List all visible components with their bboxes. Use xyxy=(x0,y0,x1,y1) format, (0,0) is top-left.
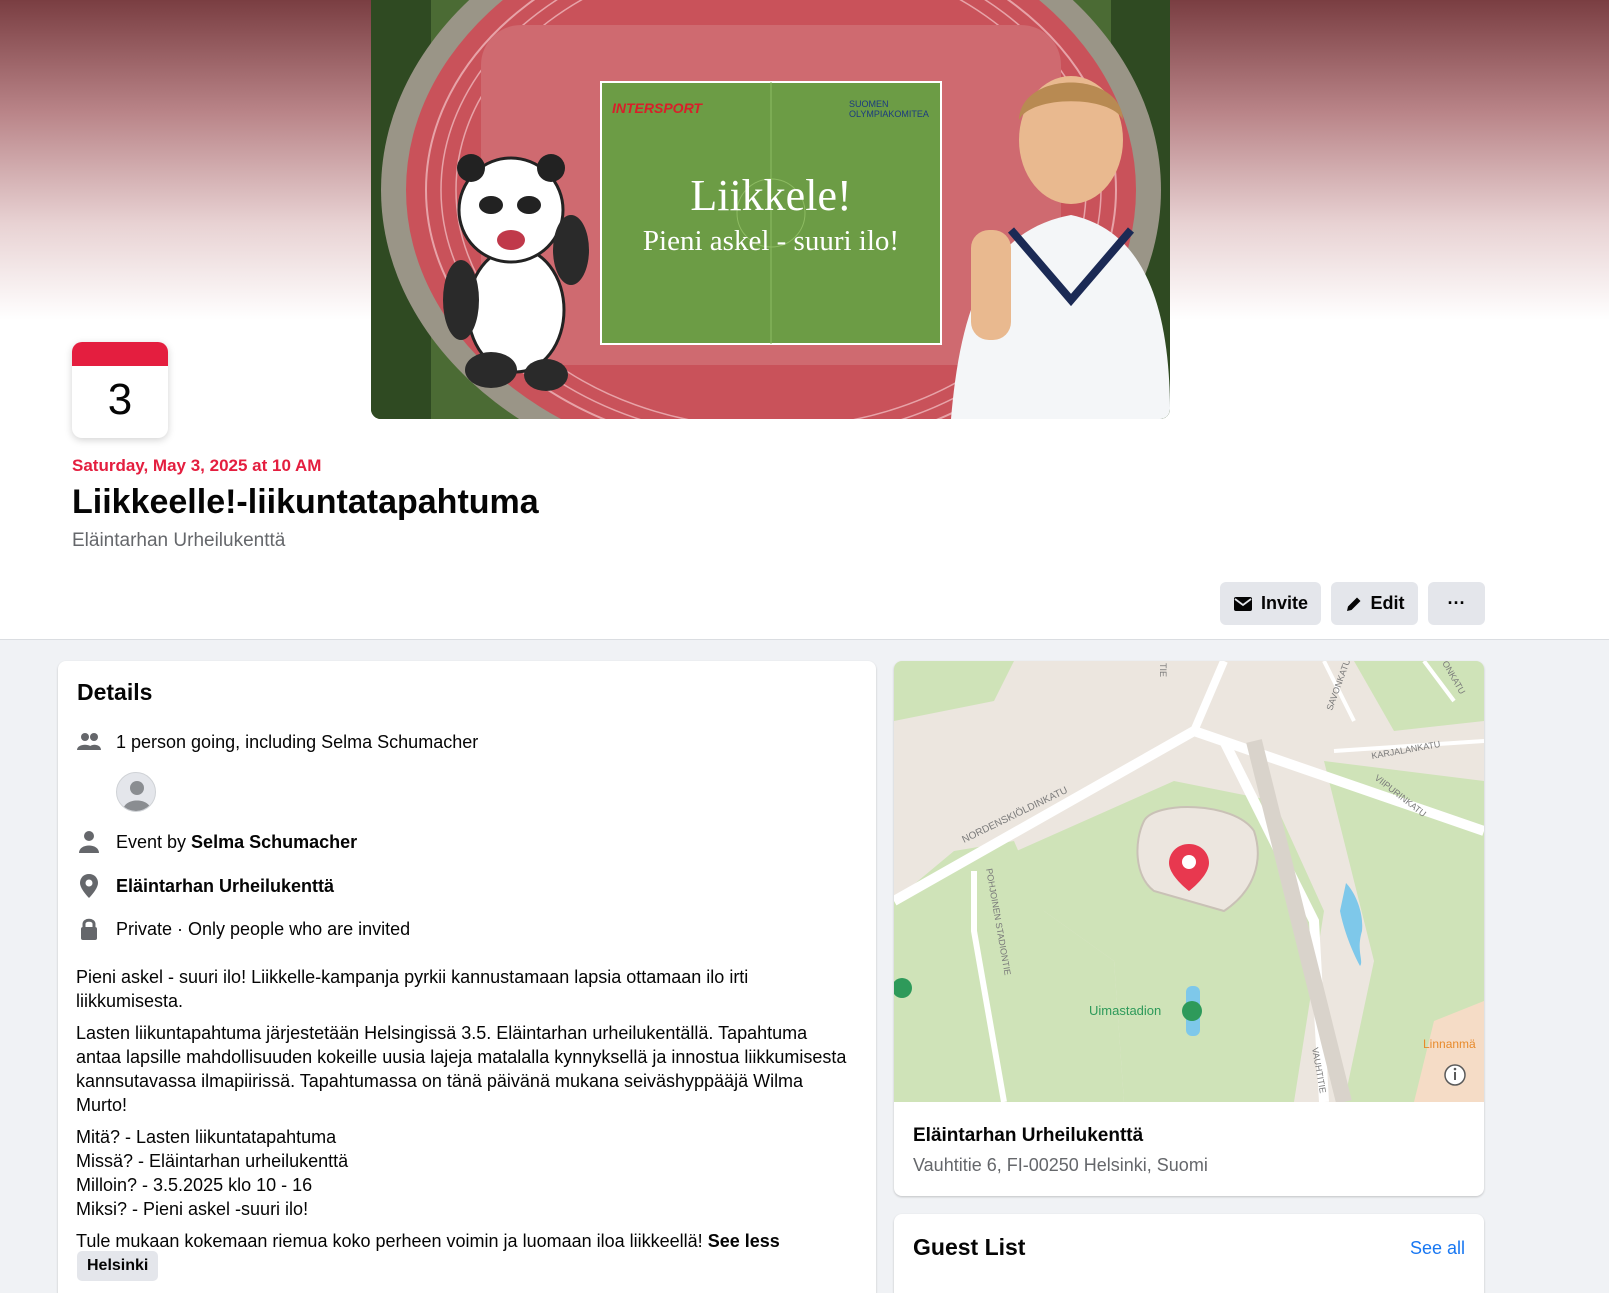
event-description: Pieni askel - suuri ilo! Liikkelle-kampa… xyxy=(76,965,856,1261)
people-icon xyxy=(76,729,102,755)
going-row: 1 person going, including Selma Schumach… xyxy=(76,729,478,755)
description-closing: Tule mukaan kokemaan riemua koko perheen… xyxy=(76,1231,703,1251)
host-name[interactable]: Selma Schumacher xyxy=(191,832,357,852)
cover-subline: Pieni askel - suuri ilo! xyxy=(643,225,899,257)
default-avatar-icon xyxy=(123,781,151,811)
calendar-day: 3 xyxy=(107,375,133,424)
map-view[interactable]: NORDENSKIÖLDINKATU POHJOINEN STADIONTIE … xyxy=(894,661,1484,1102)
host-row: Event by Selma Schumacher xyxy=(76,829,357,855)
calendar-header xyxy=(72,342,168,366)
invite-label: Invite xyxy=(1260,593,1308,613)
person-icon xyxy=(76,829,102,855)
event-title: Liikkeelle!-liikuntatapahtuma xyxy=(72,483,539,521)
avatar[interactable] xyxy=(116,772,156,812)
map-label: Linnanmä xyxy=(1423,1037,1476,1051)
info-icon xyxy=(1444,1064,1466,1086)
pencil-icon xyxy=(1346,597,1360,611)
edit-button[interactable]: Edit xyxy=(1331,582,1418,625)
cover-headline: Liikkele! xyxy=(690,171,851,220)
poi-icon xyxy=(1182,1001,1202,1021)
see-all-link[interactable]: See all xyxy=(1410,1238,1465,1259)
location-tag[interactable]: Helsinki xyxy=(77,1251,159,1281)
going-text[interactable]: 1 person going, including Selma Schumach… xyxy=(116,732,478,753)
venue-link[interactable]: Eläintarhan Urheilukenttä xyxy=(116,876,334,897)
details-card: Details 1 person going, including Selma … xyxy=(58,661,876,1293)
description-paragraph: Lasten liikuntapahtuma järjestetään Hels… xyxy=(76,1023,847,1115)
cover-illustration: INTERSPORT SUOMEN OLYMPIAKOMITEA Liikkel… xyxy=(371,0,1170,419)
map-card: NORDENSKIÖLDINKATU POHJOINEN STADIONTIE … xyxy=(894,661,1484,1196)
more-options-button[interactable]: ··· xyxy=(1428,582,1485,625)
privacy-row: Private · Only people who are invited xyxy=(76,916,410,942)
svg-text:SUOMEN: SUOMEN xyxy=(849,99,889,109)
description-paragraph: Pieni askel - suuri ilo! Liikkelle-kampa… xyxy=(76,967,749,1011)
description-paragraph: Mitä? - Lasten liikuntatapahtuma Missä? … xyxy=(76,1127,349,1219)
guest-list-card: Guest List See all xyxy=(894,1214,1484,1293)
map-label: TIE xyxy=(1158,663,1168,677)
event-header: INTERSPORT SUOMEN OLYMPIAKOMITEA Liikkel… xyxy=(0,0,1609,640)
privacy-text: Private · Only people who are invited xyxy=(116,918,411,939)
sponsor-intersport: INTERSPORT xyxy=(612,100,703,116)
details-heading: Details xyxy=(77,679,153,705)
map-venue-address: Vauhtitie 6, FI-00250 Helsinki, Suomi xyxy=(913,1155,1208,1175)
map-venue-name[interactable]: Eläintarhan Urheilukenttä xyxy=(913,1125,1143,1147)
cover-photo[interactable]: INTERSPORT SUOMEN OLYMPIAKOMITEA Liikkel… xyxy=(371,0,1170,419)
location-pin-icon xyxy=(76,873,102,899)
event-location[interactable]: Eläintarhan Urheilukenttä xyxy=(72,530,285,552)
edit-label: Edit xyxy=(1370,593,1405,613)
poi-label: Uimastadion xyxy=(1089,1003,1161,1018)
more-icon: ··· xyxy=(1447,593,1466,613)
event-by-prefix: Event by xyxy=(116,831,192,852)
see-less-link[interactable]: See less xyxy=(708,1231,780,1251)
lock-icon xyxy=(76,916,102,942)
event-date: Saturday, May 3, 2025 at 10 AM xyxy=(72,456,322,475)
venue-row: Eläintarhan Urheilukenttä xyxy=(76,873,334,899)
envelope-icon xyxy=(1233,596,1252,611)
date-badge: 3 xyxy=(72,342,168,438)
guest-list-heading: Guest List xyxy=(913,1234,1026,1260)
invite-button[interactable]: Invite xyxy=(1220,582,1321,625)
svg-text:OLYMPIAKOMITEA: OLYMPIAKOMITEA xyxy=(849,109,929,119)
